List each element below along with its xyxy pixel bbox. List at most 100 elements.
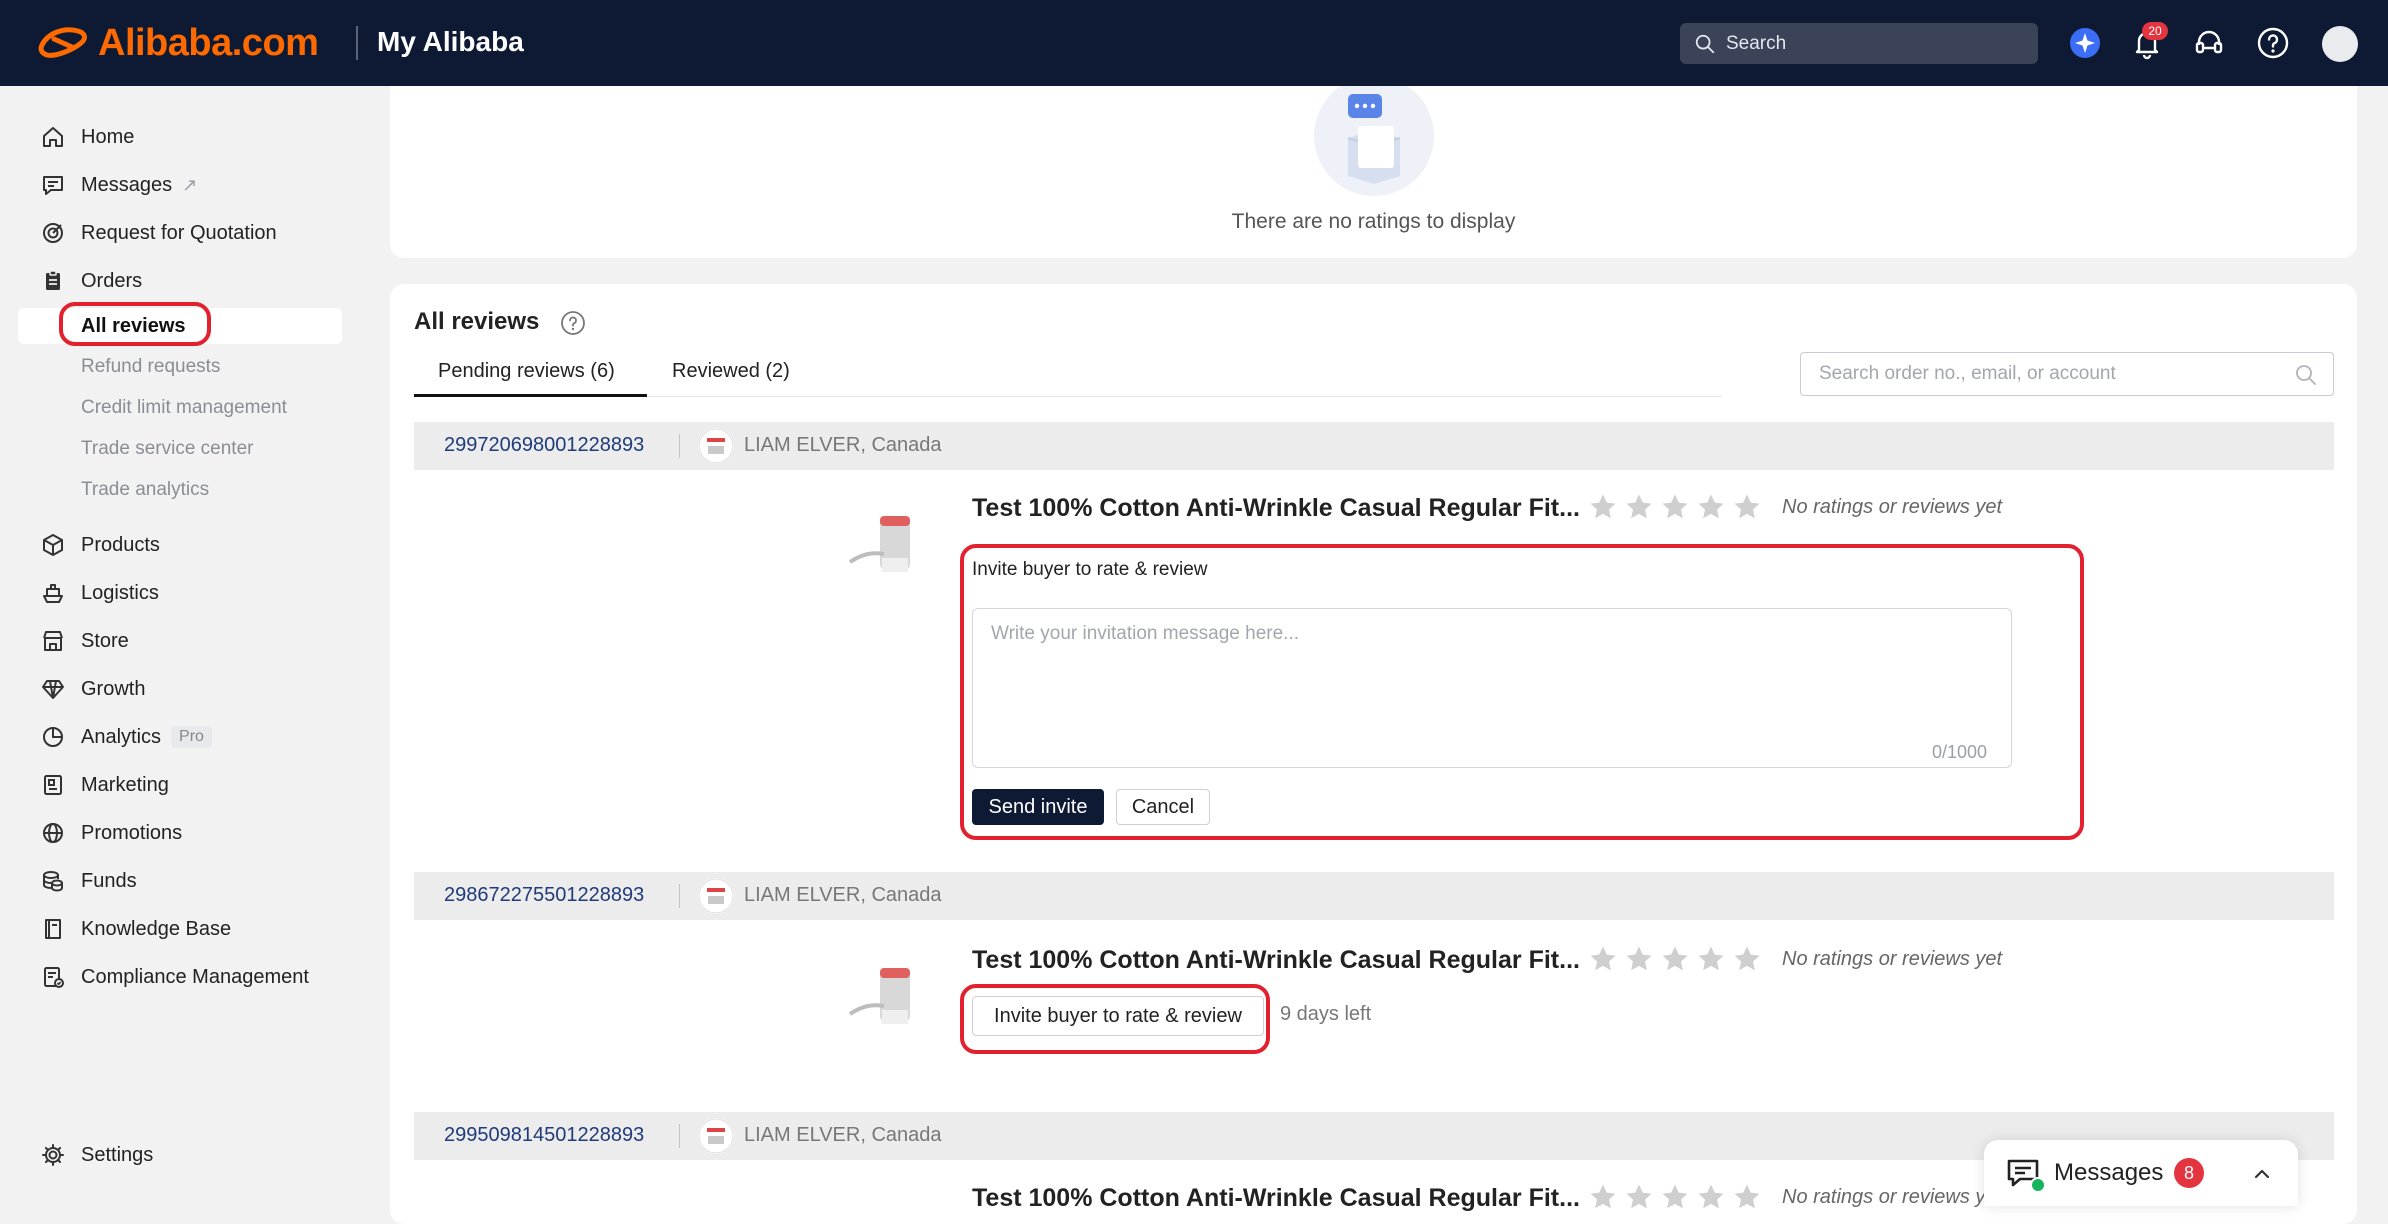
order-number-link[interactable]: 299509814501228893 xyxy=(444,1124,644,1147)
star-icon xyxy=(1662,946,1688,971)
star-icon xyxy=(1734,946,1760,971)
product-image[interactable] xyxy=(842,498,938,594)
pie-chart-icon xyxy=(43,727,63,747)
highlight-all-reviews xyxy=(59,302,211,346)
sidebar-item-refund-requests[interactable]: Refund requests xyxy=(81,356,220,378)
empty-ratings-text: There are no ratings to display xyxy=(1231,210,1516,233)
sidebar-item-settings[interactable]: Settings xyxy=(40,1138,153,1172)
ai-assistant-icon[interactable] xyxy=(2066,24,2104,62)
order-header: 299720698001228893 LIAM ELVER, Canada xyxy=(414,422,2334,470)
star-rating xyxy=(1588,1182,1762,1212)
pro-badge: Pro xyxy=(171,726,212,748)
sidebar-item-products[interactable]: Products xyxy=(40,528,160,562)
sidebar-item-compliance[interactable]: Compliance Management xyxy=(40,960,309,994)
star-icon xyxy=(1734,1184,1760,1209)
sidebar-item-funds[interactable]: Funds xyxy=(40,864,137,898)
search-icon xyxy=(1695,34,1715,53)
messages-widget[interactable]: Messages 8 xyxy=(1984,1140,2298,1206)
sidebar-item-label: Products xyxy=(81,533,160,556)
ship-icon xyxy=(43,584,63,603)
sidebar-item-orders[interactable]: Orders xyxy=(40,264,142,298)
order-number-link[interactable]: 298672275501228893 xyxy=(444,884,644,907)
star-rating xyxy=(1588,492,1762,522)
target-icon xyxy=(43,223,63,243)
buyer-name: LIAM ELVER, Canada xyxy=(744,1124,942,1146)
sidebar-item-label: Home xyxy=(81,125,135,148)
coins-icon xyxy=(43,871,63,892)
global-search[interactable]: Search xyxy=(1680,23,2038,64)
active-tab-indicator xyxy=(414,394,647,397)
product-image[interactable] xyxy=(842,950,938,1046)
divider xyxy=(679,1124,680,1148)
sidebar-item-trade-service[interactable]: Trade service center xyxy=(81,438,253,460)
sidebar-item-trade-analytics[interactable]: Trade analytics xyxy=(81,479,209,501)
buyer-avatar-icon xyxy=(698,428,734,464)
sidebar-item-label: Marketing xyxy=(81,773,169,796)
alibaba-logo[interactable]: Alibaba.com xyxy=(34,20,319,66)
empty-box-illustration-icon xyxy=(1314,86,1434,196)
header-divider xyxy=(356,26,358,60)
search-icon[interactable] xyxy=(2294,363,2318,387)
online-status-dot xyxy=(2030,1177,2046,1193)
sidebar-item-home[interactable]: Home xyxy=(40,120,134,154)
sidebar-item-promotions[interactable]: Promotions xyxy=(40,816,182,850)
sidebar-item-store[interactable]: Store xyxy=(40,624,129,658)
divider xyxy=(679,434,680,458)
order-number-link[interactable]: 299720698001228893 xyxy=(444,434,644,457)
top-bar: Alibaba.com My Alibaba Search 20 xyxy=(0,0,2388,86)
star-rating xyxy=(1588,944,1762,974)
order-header: 298672275501228893 LIAM ELVER, Canada xyxy=(414,872,2334,920)
sidebar-item-analytics[interactable]: Analytics Pro xyxy=(40,720,212,754)
star-icon xyxy=(1590,946,1616,971)
sidebar-item-label: Growth xyxy=(81,677,146,700)
buyer-name: LIAM ELVER, Canada xyxy=(744,434,942,456)
app-title[interactable]: My Alibaba xyxy=(377,26,524,58)
sidebar: Home Messages ↗ Request for Quotation Or… xyxy=(0,86,360,1206)
diamond-icon xyxy=(42,680,64,699)
sidebar-item-marketing[interactable]: Marketing xyxy=(40,768,169,802)
chevron-up-icon[interactable] xyxy=(2252,1164,2272,1184)
search-label: Search xyxy=(1726,32,1787,54)
sidebar-item-label: Knowledge Base xyxy=(81,917,232,940)
star-icon xyxy=(1698,494,1724,519)
tab-pending-reviews[interactable]: Pending reviews (6) xyxy=(438,360,615,383)
divider xyxy=(679,884,680,908)
compliance-icon xyxy=(44,967,64,988)
user-avatar[interactable] xyxy=(2322,26,2358,62)
star-icon xyxy=(1626,1184,1652,1209)
sidebar-item-label: Store xyxy=(81,629,129,652)
sidebar-item-label: Logistics xyxy=(81,581,159,604)
clipboard-icon xyxy=(46,270,60,290)
book-icon xyxy=(45,919,61,939)
cube-icon xyxy=(43,534,63,556)
store-icon xyxy=(43,631,63,651)
sidebar-item-growth[interactable]: Growth xyxy=(40,672,145,706)
customer-service-icon[interactable] xyxy=(2190,24,2228,62)
sidebar-item-label: Funds xyxy=(81,869,137,892)
question-icon[interactable] xyxy=(560,310,586,336)
help-icon[interactable] xyxy=(2254,24,2292,62)
sidebar-item-label: Promotions xyxy=(81,821,183,844)
sidebar-item-credit-limit[interactable]: Credit limit management xyxy=(81,397,287,419)
star-icon xyxy=(1698,1184,1724,1209)
product-title[interactable]: Test 100% Cotton Anti-Wrinkle Casual Reg… xyxy=(972,1184,1580,1213)
reviews-card: All reviews Pending reviews (6) Reviewed… xyxy=(390,284,2357,1224)
highlight-invite-button xyxy=(960,984,1270,1054)
section-title: All reviews xyxy=(414,308,540,335)
sidebar-item-rfq[interactable]: Request for Quotation xyxy=(40,216,277,250)
product-title[interactable]: Test 100% Cotton Anti-Wrinkle Casual Reg… xyxy=(972,946,1580,975)
tab-reviewed[interactable]: Reviewed (2) xyxy=(672,360,790,383)
message-icon xyxy=(43,176,63,195)
brand-name: Alibaba.com xyxy=(98,21,319,64)
order-search-input[interactable] xyxy=(1800,352,2334,396)
messages-label: Messages xyxy=(2054,1159,2164,1186)
star-icon xyxy=(1590,494,1616,519)
sidebar-item-knowledge-base[interactable]: Knowledge Base xyxy=(40,912,231,946)
product-title[interactable]: Test 100% Cotton Anti-Wrinkle Casual Reg… xyxy=(972,494,1580,523)
notification-badge: 20 xyxy=(2142,22,2168,40)
star-icon xyxy=(1662,494,1688,519)
star-icon xyxy=(1626,946,1652,971)
sidebar-item-messages[interactable]: Messages ↗ xyxy=(40,168,197,202)
sidebar-item-label: Compliance Management xyxy=(81,965,309,988)
sidebar-item-logistics[interactable]: Logistics xyxy=(40,576,159,610)
